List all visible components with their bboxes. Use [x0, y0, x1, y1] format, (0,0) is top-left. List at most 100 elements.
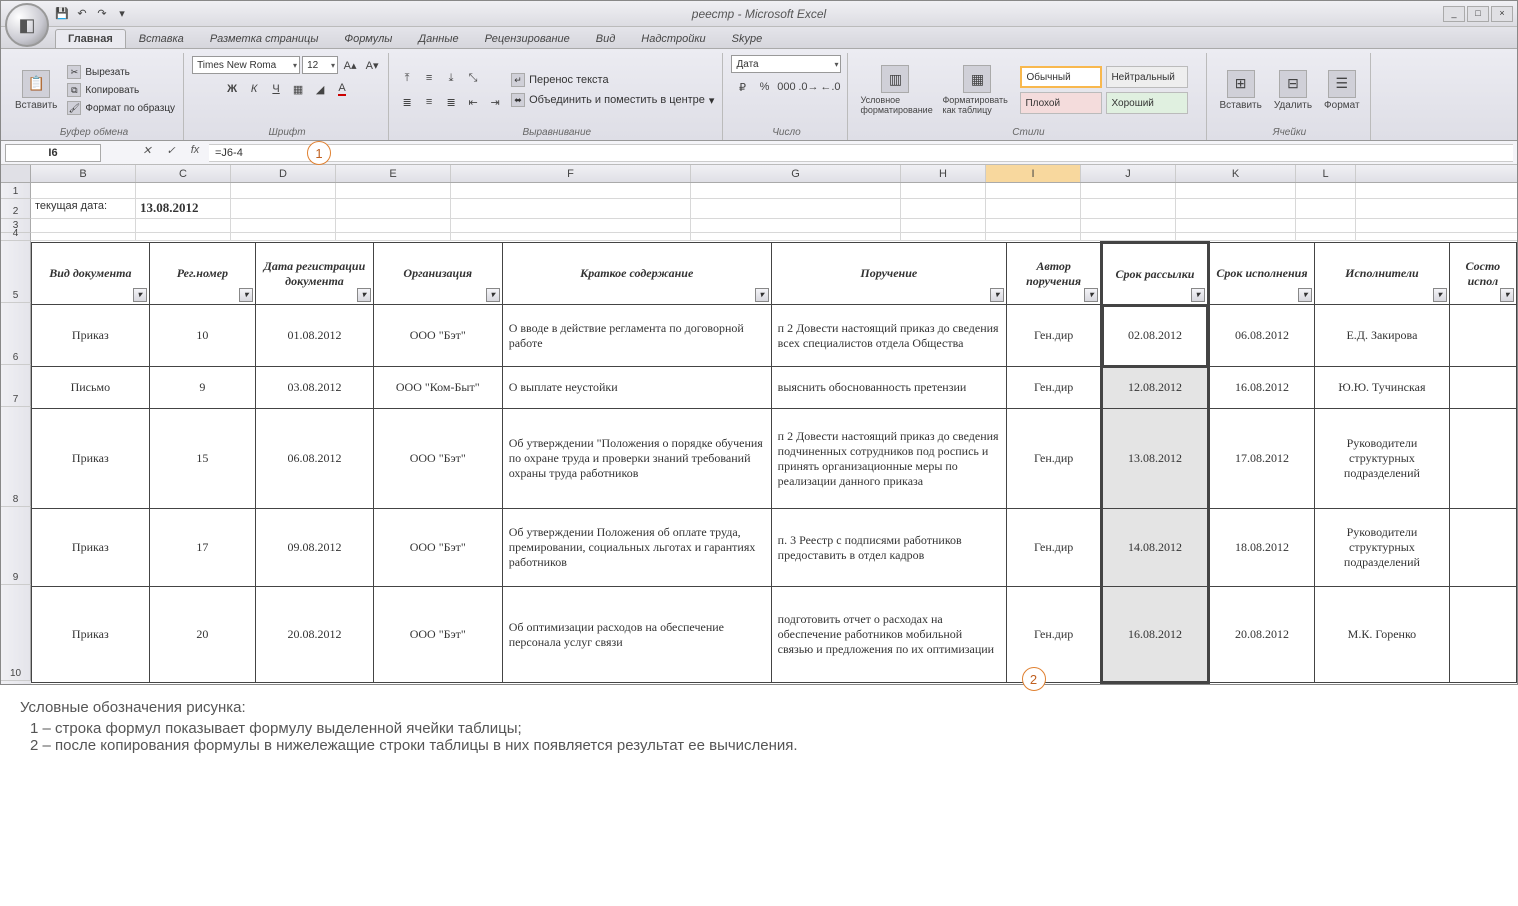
cell[interactable]: [901, 199, 986, 218]
filter-dropdown-icon[interactable]: ▾: [990, 288, 1004, 302]
col-header-H[interactable]: H: [901, 165, 986, 182]
conditional-formatting-button[interactable]: ▥Условное форматирование: [856, 63, 934, 117]
table-cell[interactable]: выяснить обоснованность претензии: [771, 367, 1006, 409]
col-header-F[interactable]: F: [451, 165, 691, 182]
cell[interactable]: [231, 199, 336, 218]
table-cell[interactable]: Е.Д. Закирова: [1315, 305, 1449, 367]
table-cell[interactable]: Об оптимизации расходов на обеспечение п…: [502, 587, 771, 683]
filter-dropdown-icon[interactable]: ▾: [357, 288, 371, 302]
table-cell[interactable]: 06.08.2012: [1208, 305, 1314, 367]
col-header-L[interactable]: L: [1296, 165, 1356, 182]
ribbon-tab-6[interactable]: Вид: [583, 29, 629, 48]
table-cell[interactable]: Руководители структурных подразделений: [1315, 409, 1449, 509]
cell[interactable]: [31, 233, 136, 240]
col-header-G[interactable]: G: [691, 165, 901, 182]
office-button[interactable]: ◧: [5, 3, 49, 47]
fill-color-button[interactable]: ◢: [310, 79, 330, 99]
cell[interactable]: [1176, 233, 1296, 240]
col-header-C[interactable]: C: [136, 165, 231, 182]
cell[interactable]: [451, 183, 691, 198]
cell[interactable]: [336, 199, 451, 218]
col-header-I[interactable]: I: [986, 165, 1081, 182]
align-middle-icon[interactable]: ≡: [419, 68, 439, 88]
cell[interactable]: [1081, 199, 1176, 218]
decrease-indent-icon[interactable]: ⇤: [463, 92, 483, 112]
table-cell[interactable]: 9: [149, 367, 255, 409]
style-good[interactable]: Хороший: [1106, 92, 1188, 114]
table-cell[interactable]: Об утверждении "Положения о порядке обуч…: [502, 409, 771, 509]
cut-button[interactable]: ✂Вырезать: [65, 64, 177, 80]
select-all-corner[interactable]: [1, 165, 31, 182]
row-header-1[interactable]: 1: [1, 183, 31, 199]
style-bad[interactable]: Плохой: [1020, 92, 1102, 114]
table-cell[interactable]: Ген.дир: [1007, 509, 1102, 587]
cell[interactable]: [986, 199, 1081, 218]
table-cell[interactable]: 17: [149, 509, 255, 587]
cell[interactable]: [1296, 233, 1356, 240]
table-cell[interactable]: 20: [149, 587, 255, 683]
cell[interactable]: [31, 183, 136, 198]
table-cell[interactable]: Об утверждении Положения об оплате труда…: [502, 509, 771, 587]
table-cell[interactable]: 03.08.2012: [256, 367, 374, 409]
cell[interactable]: [136, 219, 231, 232]
undo-icon[interactable]: ↶: [73, 5, 91, 23]
filter-dropdown-icon[interactable]: ▾: [1191, 288, 1205, 302]
filter-dropdown-icon[interactable]: ▾: [1500, 288, 1514, 302]
font-color-button[interactable]: A: [332, 79, 352, 99]
table-cell[interactable]: Ген.дир: [1007, 587, 1102, 683]
currency-icon[interactable]: ₽: [732, 77, 752, 97]
filter-dropdown-icon[interactable]: ▾: [486, 288, 500, 302]
cell[interactable]: [1176, 199, 1296, 218]
table-header[interactable]: Автор поручения▾: [1007, 243, 1102, 305]
table-cell[interactable]: О выплате неустойки: [502, 367, 771, 409]
table-cell[interactable]: 17.08.2012: [1208, 409, 1314, 509]
table-header[interactable]: Краткое содержание▾: [502, 243, 771, 305]
format-painter-button[interactable]: 🖌Формат по образцу: [65, 100, 177, 116]
copy-button[interactable]: ⧉Копировать: [65, 82, 177, 98]
table-cell[interactable]: Приказ: [32, 587, 150, 683]
row-header-6[interactable]: 6: [1, 303, 31, 365]
align-center-icon[interactable]: ≡: [419, 92, 439, 112]
row-header-9[interactable]: 9: [1, 507, 31, 585]
table-cell[interactable]: ООО "Бэт": [373, 409, 502, 509]
table-cell[interactable]: [1449, 367, 1516, 409]
cell[interactable]: [1081, 219, 1176, 232]
table-cell[interactable]: 20.08.2012: [1208, 587, 1314, 683]
filter-dropdown-icon[interactable]: ▾: [1084, 288, 1098, 302]
table-header[interactable]: Организация▾: [373, 243, 502, 305]
redo-icon[interactable]: ↷: [93, 5, 111, 23]
ribbon-tab-7[interactable]: Надстройки: [628, 29, 718, 48]
decrease-font-icon[interactable]: A▾: [362, 55, 382, 75]
cell[interactable]: [986, 183, 1081, 198]
align-left-icon[interactable]: ≣: [397, 92, 417, 112]
format-as-table-button[interactable]: ▦Форматировать как таблицу: [938, 63, 1016, 117]
col-header-D[interactable]: D: [231, 165, 336, 182]
cell[interactable]: [451, 219, 691, 232]
cell[interactable]: [451, 233, 691, 240]
cell[interactable]: [1296, 199, 1356, 218]
row-header-10[interactable]: 10: [1, 585, 31, 681]
style-normal[interactable]: Обычный: [1020, 66, 1102, 88]
cell[interactable]: текущая дата:: [31, 199, 136, 218]
filter-dropdown-icon[interactable]: ▾: [1433, 288, 1447, 302]
cell[interactable]: [691, 219, 901, 232]
cell[interactable]: [1081, 233, 1176, 240]
ribbon-tab-1[interactable]: Вставка: [126, 29, 197, 48]
table-header[interactable]: Поручение▾: [771, 243, 1006, 305]
table-cell[interactable]: Ю.Ю. Тучинская: [1315, 367, 1449, 409]
col-header-K[interactable]: K: [1176, 165, 1296, 182]
cell[interactable]: [336, 233, 451, 240]
table-header[interactable]: Рег.номер▾: [149, 243, 255, 305]
underline-button[interactable]: Ч: [266, 79, 286, 99]
table-cell[interactable]: 06.08.2012: [256, 409, 374, 509]
table-cell[interactable]: п 2 Довести настоящий приказ до сведения…: [771, 409, 1006, 509]
italic-button[interactable]: К: [244, 79, 264, 99]
cell[interactable]: [1296, 183, 1356, 198]
decrease-decimal-icon[interactable]: ←.0: [820, 77, 840, 97]
cancel-formula-icon[interactable]: ✕: [137, 144, 157, 162]
table-header[interactable]: Срок исполнения▾: [1208, 243, 1314, 305]
filter-dropdown-icon[interactable]: ▾: [133, 288, 147, 302]
cell[interactable]: [231, 183, 336, 198]
table-cell[interactable]: 01.08.2012: [256, 305, 374, 367]
table-cell[interactable]: Ген.дир: [1007, 409, 1102, 509]
